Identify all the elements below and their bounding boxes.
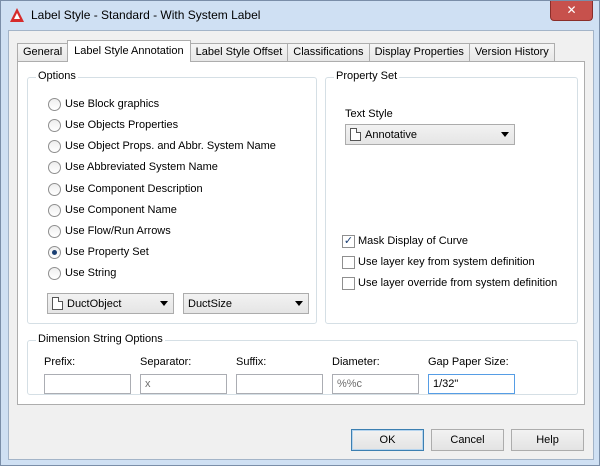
suffix-field[interactable]	[236, 374, 323, 394]
dialog-client-area: General Label Style Annotation Label Sty…	[8, 30, 594, 460]
chevron-down-icon[interactable]	[295, 301, 303, 306]
checkbox-label: Use layer key from system definition	[358, 256, 535, 268]
radio-button[interactable]	[48, 224, 61, 238]
radio-label: Use Component Description	[65, 183, 203, 195]
radio-label: Use Object Props. and Abbr. System Name	[65, 140, 276, 152]
gap-paper-size-label: Gap Paper Size:	[428, 356, 509, 368]
radio-label: Use String	[65, 267, 117, 279]
radio-use-object-props-abbr[interactable]: Use Object Props. and Abbr. System Name	[48, 138, 276, 154]
property-set-group-label: Property Set	[334, 70, 400, 82]
check-use-layer-override[interactable]: Use layer override from system definitio…	[342, 275, 557, 291]
dimension-string-group: Dimension String Options Prefix: Separat…	[27, 333, 578, 395]
combo-value: DuctObject	[67, 297, 122, 310]
radio-label: Use Block graphics	[65, 98, 160, 110]
tab-strip: General Label Style Annotation Label Sty…	[17, 40, 555, 62]
separator-label: Separator:	[140, 356, 192, 368]
radio-use-flow-run-arrows[interactable]: Use Flow/Run Arrows	[48, 223, 171, 239]
tab-label-style-offset[interactable]: Label Style Offset	[189, 43, 289, 62]
radio-label: Use Property Set	[65, 246, 149, 258]
tab-classifications[interactable]: Classifications	[287, 43, 370, 62]
document-icon	[52, 297, 63, 310]
property-set-object-combo[interactable]: DuctObject	[47, 293, 174, 314]
text-style-combo[interactable]: Annotative	[345, 124, 515, 145]
radio-label: Use Component Name	[65, 204, 177, 216]
radio-button[interactable]	[48, 203, 61, 217]
ok-button[interactable]: OK	[351, 429, 424, 451]
radio-button[interactable]	[48, 97, 61, 111]
combo-value: DuctSize	[188, 297, 233, 310]
chevron-down-icon[interactable]	[501, 132, 509, 137]
radio-use-objects-properties[interactable]: Use Objects Properties	[48, 117, 178, 133]
options-group-label: Options	[36, 70, 78, 82]
radio-use-property-set[interactable]: Use Property Set	[48, 244, 149, 260]
radio-button[interactable]	[48, 118, 61, 132]
window-title: Label Style - Standard - With System Lab…	[31, 8, 261, 22]
radio-use-string[interactable]: Use String	[48, 265, 116, 281]
autocad-logo-icon	[10, 8, 24, 22]
chevron-down-icon[interactable]	[160, 301, 168, 306]
check-use-layer-key[interactable]: Use layer key from system definition	[342, 254, 535, 270]
prefix-label: Prefix:	[44, 356, 76, 368]
checkbox-label: Use layer override from system definitio…	[358, 277, 558, 289]
diameter-field[interactable]: %%c	[332, 374, 419, 394]
dialog-window: Label Style - Standard - With System Lab…	[0, 0, 600, 466]
options-group: Options Use Block graphics Use Objects P…	[27, 70, 317, 324]
suffix-label: Suffix:	[236, 356, 267, 368]
radio-button[interactable]	[48, 245, 61, 259]
radio-use-block-graphics[interactable]: Use Block graphics	[48, 96, 159, 112]
radio-use-abbreviated-system-name[interactable]: Use Abbreviated System Name	[48, 159, 218, 175]
separator-field[interactable]: x	[140, 374, 227, 394]
cancel-button[interactable]: Cancel	[431, 429, 504, 451]
diameter-label: Diameter:	[332, 356, 380, 368]
tab-label-style-annotation[interactable]: Label Style Annotation	[67, 40, 191, 62]
checkbox[interactable]	[342, 276, 355, 290]
text-style-label: Text Style	[345, 108, 393, 120]
radio-label: Use Objects Properties	[65, 119, 179, 131]
radio-label: Use Abbreviated System Name	[65, 161, 218, 173]
tab-version-history[interactable]: Version History	[468, 43, 555, 62]
checkmark-icon: ✓	[343, 234, 354, 247]
title-bar[interactable]: Label Style - Standard - With System Lab…	[1, 1, 599, 29]
dimension-group-label: Dimension String Options	[36, 333, 165, 345]
radio-label: Use Flow/Run Arrows	[65, 225, 171, 237]
tab-panel: Options Use Block graphics Use Objects P…	[17, 61, 585, 405]
prefix-field[interactable]	[44, 374, 131, 394]
radio-button[interactable]	[48, 139, 61, 153]
close-button[interactable]: ✕	[550, 1, 593, 21]
checkbox[interactable]: ✓	[342, 234, 355, 248]
radio-use-component-description[interactable]: Use Component Description	[48, 181, 203, 197]
document-icon	[350, 128, 361, 141]
gap-paper-size-field[interactable]: 1/32"	[428, 374, 515, 394]
tab-general[interactable]: General	[17, 43, 69, 62]
radio-button[interactable]	[48, 160, 61, 174]
checkbox[interactable]	[342, 255, 355, 269]
tab-display-properties[interactable]: Display Properties	[368, 43, 470, 62]
combo-value: Annotative	[365, 128, 417, 141]
radio-use-component-name[interactable]: Use Component Name	[48, 202, 177, 218]
property-combo[interactable]: DuctSize	[183, 293, 309, 314]
radio-button[interactable]	[48, 182, 61, 196]
help-button[interactable]: Help	[511, 429, 584, 451]
checkbox-label: Mask Display of Curve	[358, 235, 469, 247]
property-set-group: Property Set Text Style Annotative ✓ Mas…	[325, 70, 578, 324]
close-icon: ✕	[566, 3, 577, 17]
radio-button[interactable]	[48, 266, 61, 280]
check-mask-display-of-curve[interactable]: ✓ Mask Display of Curve	[342, 233, 468, 249]
